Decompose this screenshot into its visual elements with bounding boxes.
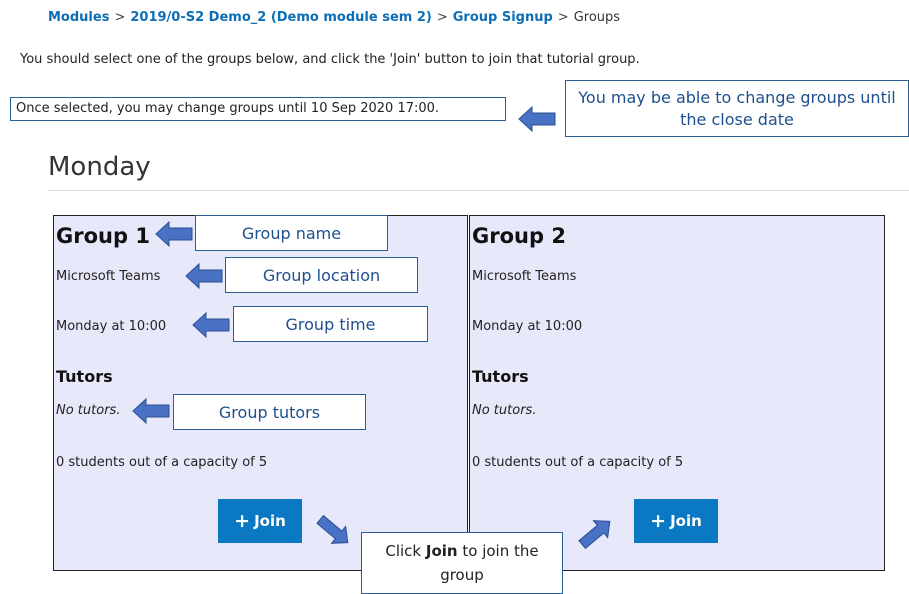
group-capacity: 0 students out of a capacity of 5 bbox=[472, 455, 684, 470]
change-deadline-notice: Once selected, you may change groups unt… bbox=[10, 97, 506, 121]
callout-join-suffix: to join the bbox=[462, 542, 539, 560]
breadcrumb-separator: > bbox=[436, 10, 448, 25]
callout-join-prefix: Click bbox=[385, 542, 422, 560]
plus-icon: + bbox=[650, 509, 667, 532]
join-label: Join bbox=[670, 512, 702, 530]
breadcrumb: Modules >2019/0-S2 Demo_2 (Demo module se… bbox=[48, 10, 620, 25]
group-capacity: 0 students out of a capacity of 5 bbox=[56, 455, 268, 470]
breadcrumb-separator: > bbox=[557, 10, 569, 25]
arrow-icon bbox=[185, 262, 223, 290]
group-name: Group 2 bbox=[472, 224, 566, 248]
group-tutors: No tutors. bbox=[472, 403, 537, 418]
group-card-2: Group 2 Microsoft Teams Monday at 10:00 … bbox=[469, 215, 885, 571]
callout-group-time: Group time bbox=[233, 306, 428, 342]
breadcrumb-modules[interactable]: Modules bbox=[48, 10, 109, 25]
join-button-group-1[interactable]: + Join bbox=[218, 499, 302, 543]
join-button-group-2[interactable]: + Join bbox=[634, 499, 718, 543]
instruction-text: You should select one of the groups belo… bbox=[20, 52, 640, 67]
group-location: Microsoft Teams bbox=[472, 269, 577, 284]
callout-group-location: Group location bbox=[225, 257, 418, 293]
callout-join-line-2: group bbox=[440, 566, 484, 584]
arrow-icon bbox=[132, 397, 170, 425]
callout-close-date: You may be able to change groups until t… bbox=[565, 80, 909, 137]
callout-join: Click Join to join the group bbox=[361, 532, 563, 594]
breadcrumb-current: Groups bbox=[573, 10, 621, 25]
breadcrumb-module[interactable]: 2019/0-S2 Demo_2 (Demo module sem 2) bbox=[130, 10, 431, 25]
callout-group-tutors: Group tutors bbox=[173, 394, 366, 430]
join-label: Join bbox=[254, 512, 286, 530]
arrow-icon bbox=[155, 220, 193, 248]
group-tutors: No tutors. bbox=[56, 403, 121, 418]
group-time: Monday at 10:00 bbox=[56, 319, 167, 334]
plus-icon: + bbox=[234, 509, 251, 532]
tutors-heading: Tutors bbox=[56, 367, 113, 386]
arrow-icon bbox=[316, 514, 349, 544]
breadcrumb-group-signup[interactable]: Group Signup bbox=[453, 10, 553, 25]
callout-join-bold: Join bbox=[425, 542, 458, 560]
divider bbox=[48, 190, 909, 191]
arrow-icon bbox=[518, 105, 556, 133]
group-location: Microsoft Teams bbox=[56, 269, 161, 284]
callout-join-line-1: Click Join to join the bbox=[385, 539, 538, 563]
callout-group-name: Group name bbox=[195, 215, 388, 251]
arrow-icon bbox=[192, 311, 230, 339]
day-heading: Monday bbox=[48, 152, 151, 182]
group-name: Group 1 bbox=[56, 224, 150, 248]
tutors-heading: Tutors bbox=[472, 367, 529, 386]
group-time: Monday at 10:00 bbox=[472, 319, 583, 334]
arrow-icon bbox=[578, 520, 611, 550]
breadcrumb-separator: > bbox=[114, 10, 126, 25]
